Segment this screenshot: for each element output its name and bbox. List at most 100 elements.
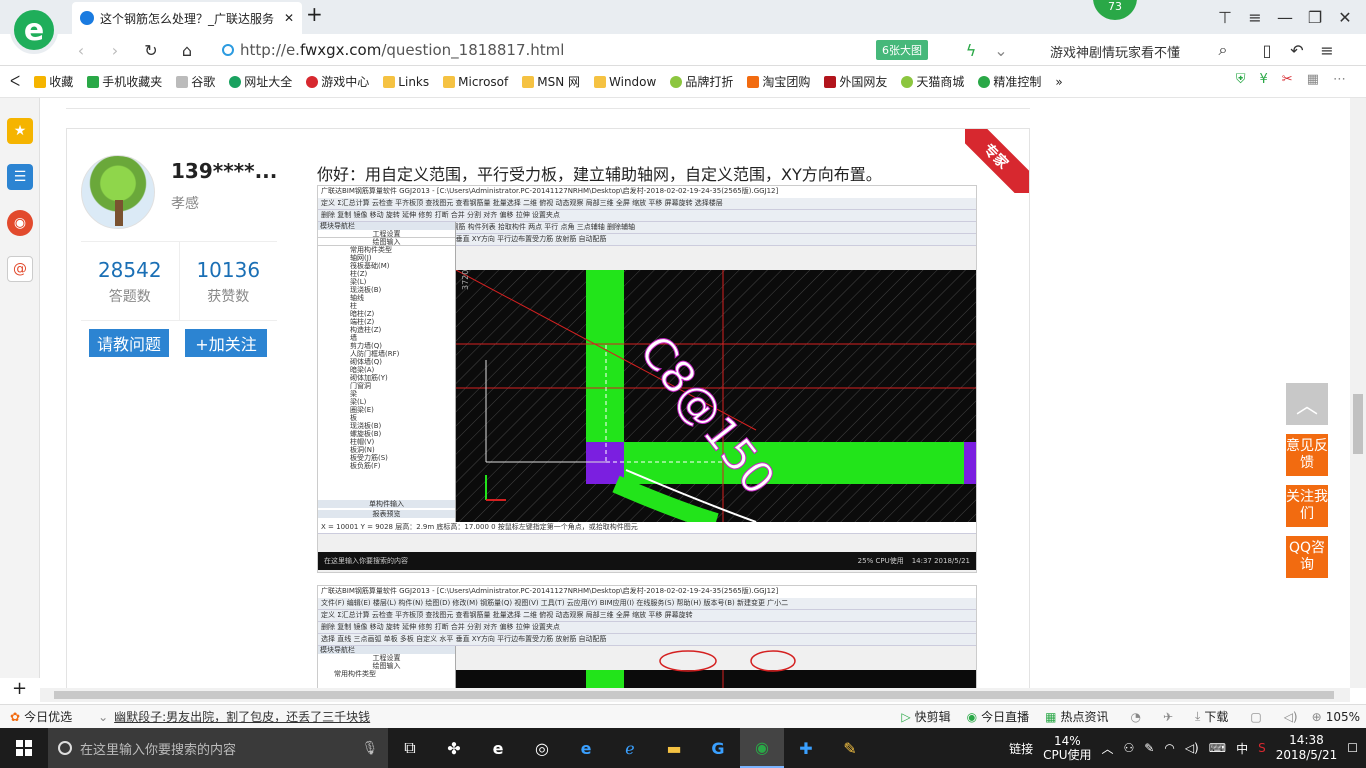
- phone-icon[interactable]: ▯: [1252, 35, 1282, 65]
- grid-icon[interactable]: ▦: [1307, 72, 1319, 87]
- tree-item[interactable]: 门窗洞: [334, 382, 455, 390]
- back-icon[interactable]: ‹: [66, 35, 96, 65]
- g-app-icon[interactable]: G: [696, 728, 740, 768]
- spiral-app-icon[interactable]: ◎: [520, 728, 564, 768]
- tree-item[interactable]: 板负筋(F): [334, 462, 455, 470]
- forward-icon[interactable]: ›: [100, 35, 130, 65]
- tree-item[interactable]: 轴网(J): [334, 254, 455, 262]
- chevron-down-icon[interactable]: ⌄: [98, 710, 108, 724]
- bookmark-item[interactable]: 外国网友: [824, 73, 887, 90]
- tray-expand-icon[interactable]: ︿: [1101, 740, 1113, 757]
- pinwheel-app-icon[interactable]: ✤: [432, 728, 476, 768]
- feedback-button[interactable]: 意见反馈: [1286, 434, 1328, 476]
- avatar[interactable]: [81, 155, 155, 229]
- bookmark-item[interactable]: Links: [383, 75, 429, 89]
- scroll-thumb[interactable]: [1353, 394, 1363, 454]
- horizontal-scrollbar[interactable]: [40, 688, 1350, 702]
- tree-item[interactable]: 现浇板(B): [334, 422, 455, 430]
- tree-item[interactable]: 构造柱(Z): [334, 326, 455, 334]
- tree-item[interactable]: 墙: [334, 334, 455, 342]
- bookmark-item[interactable]: 谷歌: [176, 73, 215, 90]
- shield-icon[interactable]: ⛨: [1236, 72, 1246, 87]
- follow-us-button[interactable]: 关注我们: [1286, 485, 1328, 527]
- tree-item[interactable]: 柱: [334, 302, 455, 310]
- bookmark-item[interactable]: 淘宝团购: [747, 73, 810, 90]
- refresh-icon[interactable]: ↻: [136, 35, 166, 65]
- maximize-icon[interactable]: ❐: [1300, 2, 1330, 32]
- scissors-icon[interactable]: ✂: [1282, 72, 1293, 87]
- volume-icon[interactable]: ◁): [1185, 741, 1199, 755]
- speed-icon[interactable]: ◔: [1130, 710, 1140, 724]
- sound-icon[interactable]: ◁): [1284, 710, 1298, 724]
- more-menu-icon[interactable]: ≡: [1312, 35, 1342, 65]
- tree-item[interactable]: 筏板基础(M): [334, 262, 455, 270]
- live-link[interactable]: 今日直播: [981, 708, 1029, 725]
- undo-icon[interactable]: ↶: [1282, 35, 1312, 65]
- kuaijian-link[interactable]: 快剪辑: [915, 708, 951, 725]
- minimize-icon[interactable]: —: [1270, 2, 1300, 32]
- download-link[interactable]: 下载: [1204, 708, 1228, 725]
- window-icon[interactable]: ▢: [1250, 710, 1261, 724]
- add-sidebar-icon[interactable]: +: [12, 678, 27, 699]
- bookmark-item[interactable]: Window: [594, 75, 656, 89]
- edge-icon[interactable]: e: [476, 728, 520, 768]
- today-picks[interactable]: 今日优选: [24, 708, 72, 725]
- news-ticker[interactable]: 幽默段子:男友出院，割了包皮，还丢了三千块钱: [114, 708, 370, 725]
- tree-item[interactable]: 暗柱(Z): [334, 310, 455, 318]
- bookmark-item[interactable]: 手机收藏夹: [87, 73, 162, 90]
- wifi-icon[interactable]: ◠: [1164, 741, 1174, 755]
- bookmark-item[interactable]: 精准控制: [978, 73, 1041, 90]
- url-field[interactable]: http://e.fwxgx.com/question_1818817.html: [222, 38, 872, 62]
- tree-item[interactable]: 梁(L): [334, 278, 455, 286]
- cpu-meter[interactable]: 14% CPU使用: [1043, 734, 1091, 762]
- pen-icon[interactable]: ✎: [1144, 741, 1154, 755]
- notes-app-icon[interactable]: ✎: [828, 728, 872, 768]
- new-tab-button[interactable]: +: [306, 2, 323, 26]
- cad-canvas[interactable]: C8@150 3720: [456, 270, 976, 522]
- notification-badge[interactable]: 73: [1093, 0, 1137, 20]
- tab-close-icon[interactable]: ✕: [284, 11, 294, 25]
- bookmark-item[interactable]: 天猫商城: [901, 73, 964, 90]
- answer-image-2[interactable]: 广联达BIM钢筋算量软件 GGJ2013 - [C:\Users\Adminis…: [317, 585, 977, 688]
- hot-news-link[interactable]: 热点资讯: [1060, 708, 1108, 725]
- bookmark-item[interactable]: 网址大全: [229, 73, 292, 90]
- search-icon[interactable]: ⌕: [1208, 35, 1238, 65]
- back-to-top-icon[interactable]: ︿: [1286, 383, 1328, 425]
- bookmark-item[interactable]: Microsof: [443, 75, 508, 89]
- tree-item[interactable]: 梁(L): [334, 398, 455, 406]
- close-window-icon[interactable]: ✕: [1330, 2, 1360, 32]
- answer-image-1[interactable]: 广联达BIM钢筋算量软件 GGJ2013 - [C:\Users\Adminis…: [317, 185, 977, 573]
- tree-item[interactable]: 板受力筋(S): [334, 454, 455, 462]
- tree-item[interactable]: 圈梁(E): [334, 406, 455, 414]
- tree-item[interactable]: 砌体墙(Q): [334, 358, 455, 366]
- bookmark-item[interactable]: 游戏中心: [306, 73, 369, 90]
- bookmark-item[interactable]: 收藏: [34, 73, 73, 90]
- microphone-icon[interactable]: 🎙︎: [361, 741, 378, 756]
- links-toolbar[interactable]: 链接: [1009, 740, 1033, 757]
- search-hint[interactable]: 游戏神剧情玩家看不懂: [1050, 42, 1180, 61]
- follow-button[interactable]: +加关注: [185, 329, 267, 357]
- windows-start-icon[interactable]: [0, 728, 48, 768]
- tree-item[interactable]: 轴线: [334, 294, 455, 302]
- people-icon[interactable]: ⚇: [1124, 741, 1135, 755]
- tree-item[interactable]: 人防门框墙(RF): [334, 350, 455, 358]
- notification-center-icon[interactable]: ☐: [1347, 741, 1358, 755]
- zoom-level[interactable]: 105%: [1326, 710, 1360, 724]
- list-icon[interactable]: ☰: [7, 164, 33, 190]
- menu-icon[interactable]: ≡: [1240, 2, 1270, 32]
- home-icon[interactable]: ⌂: [172, 35, 202, 65]
- tree-item[interactable]: 螺旋板(B): [334, 430, 455, 438]
- tree-item[interactable]: 现浇板(B): [334, 286, 455, 294]
- plus-app-icon[interactable]: ✚: [784, 728, 828, 768]
- tree-item[interactable]: 端柱(Z): [334, 318, 455, 326]
- scroll-thumb[interactable]: [54, 691, 1334, 699]
- tree-item[interactable]: 梁: [334, 390, 455, 398]
- favorites-star-icon[interactable]: ★: [7, 118, 33, 144]
- yuan-icon[interactable]: ¥: [1260, 72, 1268, 87]
- file-explorer-icon[interactable]: ▬: [652, 728, 696, 768]
- task-view-icon[interactable]: ⧉: [388, 728, 432, 768]
- shirt-icon[interactable]: ⊤: [1210, 2, 1240, 32]
- user-name[interactable]: 139****...: [171, 159, 277, 183]
- big-images-button[interactable]: 6张大图: [876, 40, 928, 60]
- tree-item[interactable]: 砌体加筋(Y): [334, 374, 455, 382]
